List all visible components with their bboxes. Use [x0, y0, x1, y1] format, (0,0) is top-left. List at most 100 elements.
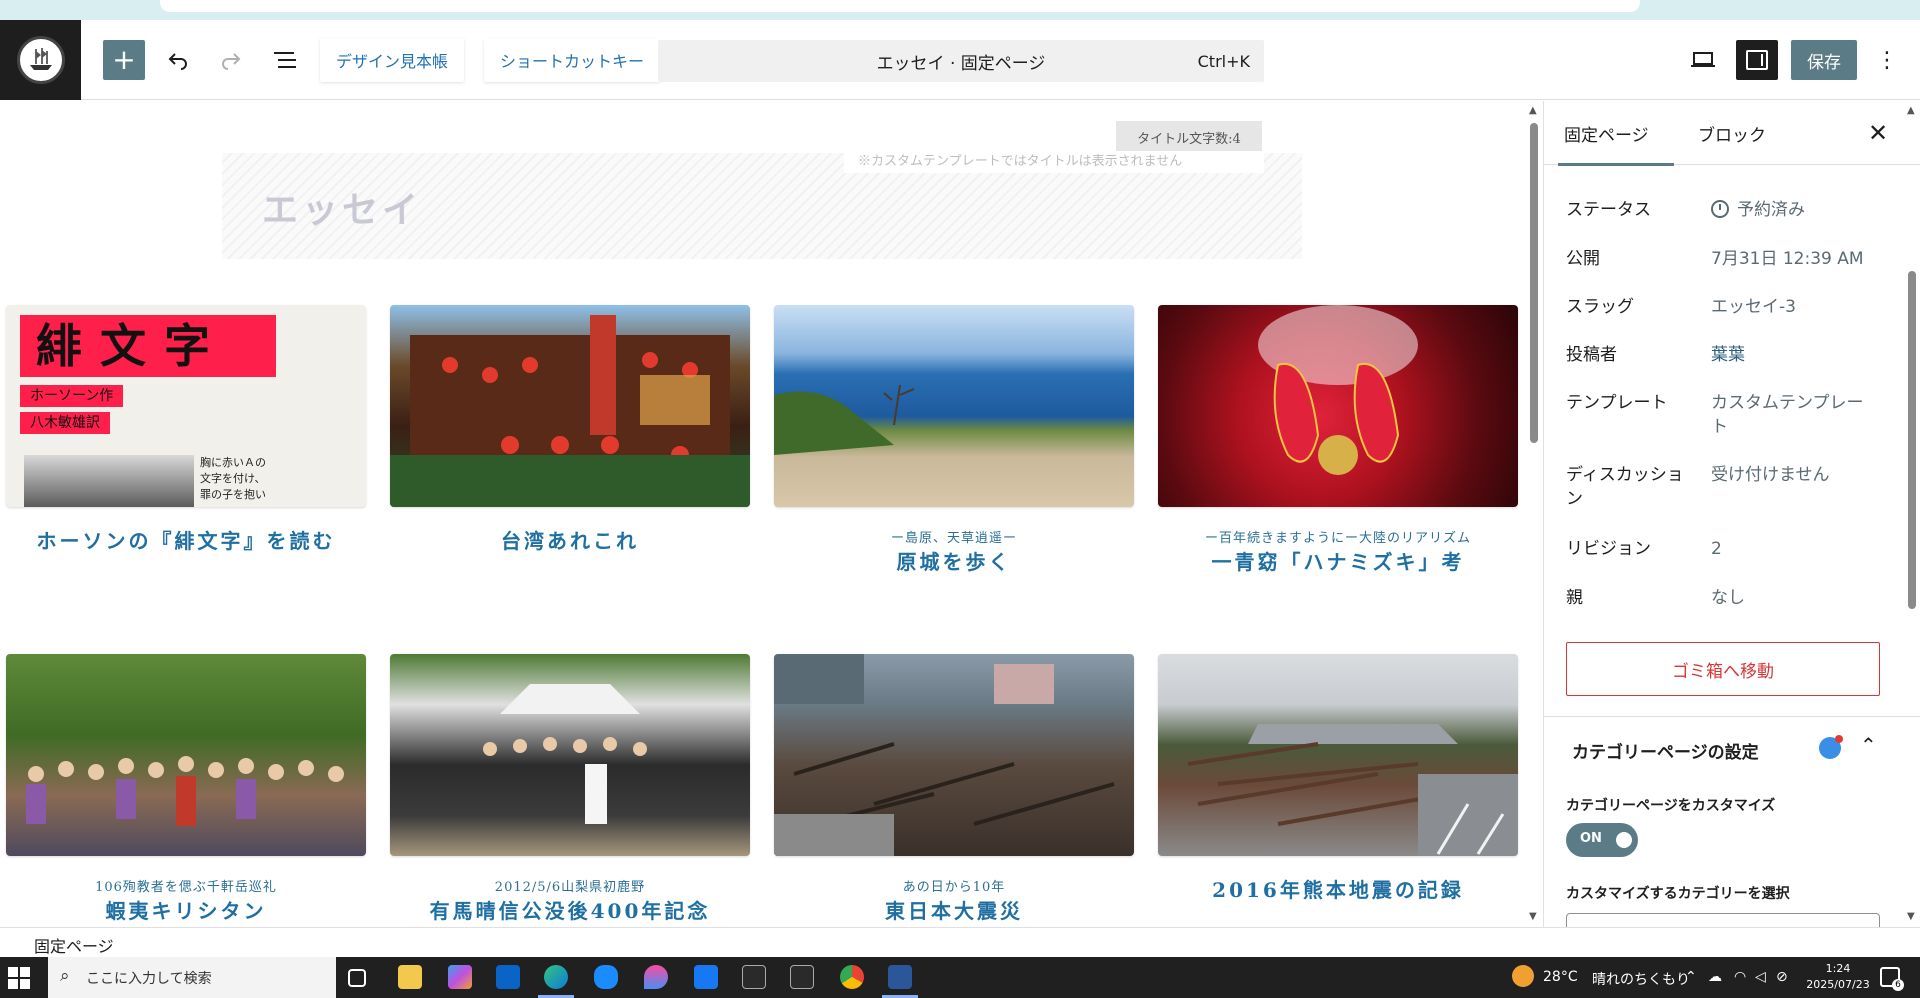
- row-label: ステータス: [1566, 200, 1651, 220]
- list-view-icon: [274, 52, 296, 68]
- scrollbar-thumb[interactable]: [1530, 123, 1538, 443]
- card-title[interactable]: 蝦夷キリシタン: [6, 895, 366, 924]
- essay-card[interactable]: ー島原、天草逍遥ー 原城を歩く: [774, 305, 1134, 575]
- card-thumbnail[interactable]: [1158, 654, 1518, 856]
- card-title[interactable]: 一青窈「ハナミズキ」考: [1158, 546, 1518, 575]
- notification-icon[interactable]: 6: [1880, 967, 1904, 991]
- shortcut-keys-link[interactable]: ショートカットキー: [484, 38, 661, 82]
- essay-card[interactable]: 2016年熊本地震の記録: [1158, 654, 1518, 903]
- close-icon[interactable]: ✕: [1868, 119, 1888, 147]
- redo-button[interactable]: [211, 40, 251, 80]
- card-title[interactable]: 東日本大震災: [774, 895, 1134, 924]
- design-guide-link[interactable]: デザイン見本帳: [320, 38, 465, 82]
- essay-card[interactable]: ー百年続きますようにー大陸のリアリズム 一青窈「ハナミズキ」考: [1158, 305, 1518, 575]
- settings-toggle-button[interactable]: [1736, 40, 1778, 80]
- outlook-icon[interactable]: [496, 965, 520, 989]
- file-explorer-icon[interactable]: [398, 965, 422, 989]
- laptop-icon: [1691, 52, 1715, 67]
- x-icon[interactable]: [742, 965, 766, 989]
- chrome-icon[interactable]: [840, 965, 864, 989]
- memorial-photo-illustration: [483, 684, 647, 824]
- taskbar-search[interactable]: ⌕ ここに入力して検索: [48, 957, 336, 998]
- row-label: スラッグ: [1566, 297, 1634, 317]
- card-thumbnail[interactable]: [774, 654, 1134, 856]
- editor-footer: 固定ページ: [0, 927, 1920, 957]
- card-thumbnail[interactable]: [6, 654, 366, 856]
- slug-value[interactable]: エッセイ-3: [1711, 295, 1871, 319]
- card-title[interactable]: 2016年熊本地震の記録: [1158, 874, 1518, 903]
- chevron-up-icon[interactable]: ⌃: [1860, 733, 1877, 757]
- discussion-value[interactable]: 受け付けません: [1711, 463, 1871, 487]
- template-value[interactable]: カスタムテンプレート: [1711, 391, 1871, 439]
- card-thumbnail[interactable]: [1158, 305, 1518, 507]
- command-palette-button[interactable]: エッセイ · 固定ページ Ctrl+K: [658, 40, 1264, 82]
- windows-start-icon[interactable]: [8, 967, 30, 989]
- category-select-label: カスタマイズするカテゴリーを選択: [1566, 886, 1790, 902]
- essay-card[interactable]: あの日から10年 東日本大震災: [774, 654, 1134, 924]
- chevron-up-icon[interactable]: ⌃: [1685, 969, 1697, 985]
- cloud-icon[interactable]: ☁: [1708, 969, 1722, 985]
- scroll-up-icon[interactable]: ▲: [1529, 105, 1537, 116]
- status-text: 予約済み: [1737, 200, 1805, 220]
- breadcrumb[interactable]: 固定ページ: [34, 933, 114, 957]
- canvas-scrollbar[interactable]: ▲ ▼: [1527, 101, 1541, 927]
- book-cover-translator: 八木敏雄訳: [20, 412, 110, 434]
- author-value[interactable]: 葉葉: [1711, 343, 1871, 367]
- options-button[interactable]: ⋮: [1872, 40, 1902, 80]
- edge-icon[interactable]: [544, 965, 568, 989]
- onedrive-icon[interactable]: [594, 965, 618, 989]
- tab-page[interactable]: 固定ページ: [1558, 101, 1674, 166]
- card-title[interactable]: 原城を歩く: [774, 546, 1134, 575]
- card-thumbnail[interactable]: [774, 305, 1134, 507]
- card-thumbnail[interactable]: [390, 654, 750, 856]
- weather-temp[interactable]: 28°C: [1543, 969, 1578, 985]
- task-view-icon[interactable]: [348, 969, 366, 987]
- coast-illustration: [774, 384, 915, 455]
- group-photo-illustration: [26, 756, 344, 826]
- system-clock[interactable]: 1:24 2025/07/23: [1796, 961, 1880, 993]
- scroll-down-icon[interactable]: ▼: [1907, 911, 1915, 922]
- scrollbar-thumb[interactable]: [1908, 271, 1916, 609]
- publish-date-value[interactable]: 7月31日 12:39 AM: [1711, 247, 1871, 271]
- card-title[interactable]: 有馬晴信公没後400年記念: [390, 895, 750, 924]
- essay-card[interactable]: 緋文字 ホーソーン作 八木敏雄訳 胸に赤いＡの 文字を付け、 罪の子を抱い ホー…: [6, 305, 366, 554]
- sidebar-tabs: 固定ページ ブロック ✕: [1544, 101, 1920, 166]
- undo-button[interactable]: [158, 40, 198, 80]
- word-icon[interactable]: [888, 965, 912, 989]
- facebook-icon[interactable]: [694, 965, 718, 989]
- ime-icon[interactable]: ⊘: [1776, 969, 1788, 985]
- status-value[interactable]: 予約済み: [1711, 198, 1871, 222]
- card-title[interactable]: 台湾あれこれ: [390, 525, 750, 554]
- category-panel-heading[interactable]: カテゴリーページの設定: [1572, 738, 1759, 763]
- wikipedia-icon[interactable]: [790, 965, 814, 989]
- parent-value[interactable]: なし: [1711, 586, 1871, 610]
- copilot-icon[interactable]: [448, 965, 472, 989]
- add-block-button[interactable]: +: [103, 40, 145, 80]
- weather-text[interactable]: 晴れのちくもり: [1592, 969, 1690, 989]
- wifi-icon[interactable]: ◠: [1734, 969, 1746, 985]
- essay-card[interactable]: 106殉教者を偲ぶ千軒岳巡礼 蝦夷キリシタン: [6, 654, 366, 924]
- essay-card[interactable]: 2012/5/6山梨県初鹿野 有馬晴信公没後400年記念: [390, 654, 750, 924]
- color-drop-icon[interactable]: [644, 965, 668, 989]
- document-overview-button[interactable]: [266, 40, 306, 80]
- save-button[interactable]: 保存: [1791, 40, 1857, 80]
- card-title[interactable]: ホーソンの『緋文字』を読む: [6, 525, 366, 554]
- card-thumbnail[interactable]: [390, 305, 750, 507]
- move-to-trash-button[interactable]: ゴミ箱へ移動: [1566, 642, 1880, 696]
- essay-card[interactable]: 台湾あれこれ: [390, 305, 750, 554]
- wedding-shoes-illustration: [1258, 305, 1418, 475]
- tab-block[interactable]: ブロック: [1698, 101, 1766, 165]
- scroll-up-icon[interactable]: ▲: [1907, 105, 1915, 116]
- browser-address-bar[interactable]: [160, 0, 1640, 12]
- revisions-value[interactable]: 2: [1711, 537, 1871, 561]
- site-logo[interactable]: [0, 20, 81, 100]
- weather-icon[interactable]: [1512, 965, 1534, 987]
- scroll-down-icon[interactable]: ▼: [1529, 911, 1537, 922]
- page-title[interactable]: エッセイ: [262, 181, 422, 233]
- preview-button[interactable]: [1683, 40, 1723, 80]
- card-thumbnail[interactable]: 緋文字 ホーソーン作 八木敏雄訳 胸に赤いＡの 文字を付け、 罪の子を抱い: [6, 305, 366, 507]
- sidebar-scrollbar[interactable]: ▲ ▼: [1905, 101, 1919, 927]
- volume-icon[interactable]: ◁: [1755, 969, 1766, 985]
- plus-icon: +: [112, 43, 136, 76]
- customize-category-toggle[interactable]: ON: [1566, 823, 1638, 857]
